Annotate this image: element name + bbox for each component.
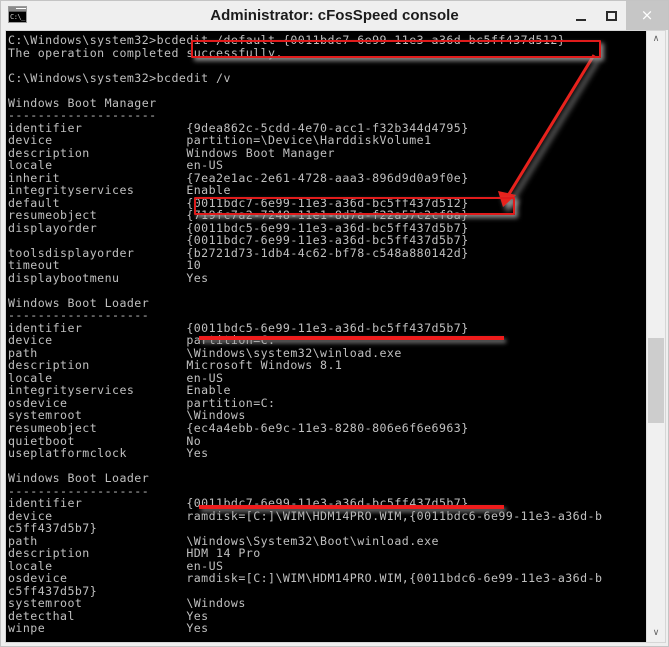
console-window: C:\_ Administrator: cFosSpeed console × … [0, 0, 669, 647]
scroll-up-arrow-icon[interactable]: ∧ [647, 31, 665, 48]
console-output-area[interactable]: C:\Windows\system32>bcdedit /default {00… [6, 31, 646, 642]
console-body: C:\Windows\system32>bcdedit /default {00… [5, 30, 666, 643]
vertical-scrollbar[interactable]: ∧ ∨ [646, 31, 665, 642]
console-icon: C:\_ [8, 6, 27, 23]
scrollbar-thumb[interactable] [648, 338, 664, 423]
maximize-icon [605, 10, 617, 21]
scroll-down-arrow-icon[interactable]: ∨ [647, 625, 665, 642]
guid-connector-arrow [498, 54, 596, 207]
maximize-button[interactable] [596, 1, 626, 30]
minimize-icon [576, 18, 586, 21]
close-button[interactable]: × [626, 1, 668, 30]
title-bar[interactable]: C:\_ Administrator: cFosSpeed console × [1, 1, 668, 30]
minimize-button[interactable] [566, 1, 596, 30]
window-controls: × [566, 1, 668, 30]
console-icon-text: C:\_ [9, 12, 26, 22]
